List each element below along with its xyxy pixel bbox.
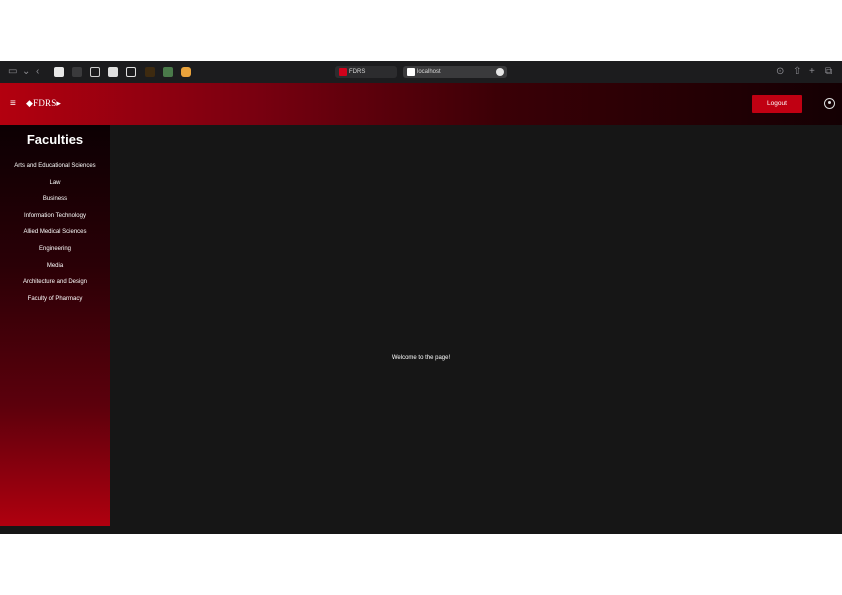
sidebar-item-law[interactable]: Law [0, 178, 110, 188]
new-tab-icon[interactable]: + [809, 65, 815, 79]
browser-toolbar: ▭ ⌄ ‹ FDRS localhost ⊙ ⇧ + ⧉ [0, 61, 842, 83]
sidebar-item-information-technology[interactable]: Information Technology [0, 211, 110, 221]
tab-title: localhost [417, 69, 441, 75]
tab-localhost[interactable]: localhost [403, 66, 507, 78]
share-icon[interactable]: ⇧ [793, 65, 801, 79]
tabs-overview-icon[interactable]: ⧉ [825, 65, 832, 79]
sidebar-item-media[interactable]: Media [0, 261, 110, 271]
reader-icon[interactable] [496, 68, 504, 76]
tab-title: FDRS [349, 69, 366, 75]
welcome-message: Welcome to the page! [391, 355, 451, 361]
tab-fdrs[interactable]: FDRS [335, 66, 397, 78]
brand-logo[interactable]: ◆FDRS▸ [26, 97, 61, 109]
sidebar-item-pharmacy[interactable]: Faculty of Pharmacy [0, 294, 110, 304]
favicon-icon [407, 68, 415, 76]
user-circle-icon[interactable] [824, 98, 835, 109]
app-header: ≡ ◆FDRS▸ Logout [0, 83, 842, 125]
bookmark-icon[interactable] [54, 67, 64, 77]
main-content: Faculties Arts and Educational Sciences … [0, 125, 842, 534]
sidebar-item-architecture-and-design[interactable]: Architecture and Design [0, 277, 110, 287]
sidebar-item-arts[interactable]: Arts and Educational Sciences [0, 161, 110, 171]
logout-button[interactable]: Logout [752, 95, 802, 113]
download-icon[interactable]: ⊙ [776, 65, 784, 79]
bookmark-icon[interactable] [126, 67, 136, 77]
sidebar-item-allied-medical-sciences[interactable]: Allied Medical Sciences [0, 227, 110, 237]
hamburger-menu-icon[interactable]: ≡ [10, 99, 16, 109]
faculties-sidebar: Faculties Arts and Educational Sciences … [0, 125, 110, 526]
sidebar-toggle-icon[interactable]: ▭ [8, 65, 17, 79]
sidebar-title: Faculties [26, 132, 84, 147]
bookmark-icon[interactable] [145, 67, 155, 77]
sidebar-item-business[interactable]: Business [0, 194, 110, 204]
bookmark-icon[interactable] [163, 67, 173, 77]
back-icon[interactable]: ‹ [36, 65, 39, 79]
bookmark-icon[interactable] [181, 67, 191, 77]
chevron-down-icon[interactable]: ⌄ [22, 65, 30, 79]
sidebar-item-engineering[interactable]: Engineering [0, 244, 110, 254]
bookmark-icon[interactable] [108, 67, 118, 77]
favicon-icon [339, 68, 347, 76]
bookmark-icon[interactable] [90, 67, 100, 77]
bookmark-icon[interactable] [72, 67, 82, 77]
